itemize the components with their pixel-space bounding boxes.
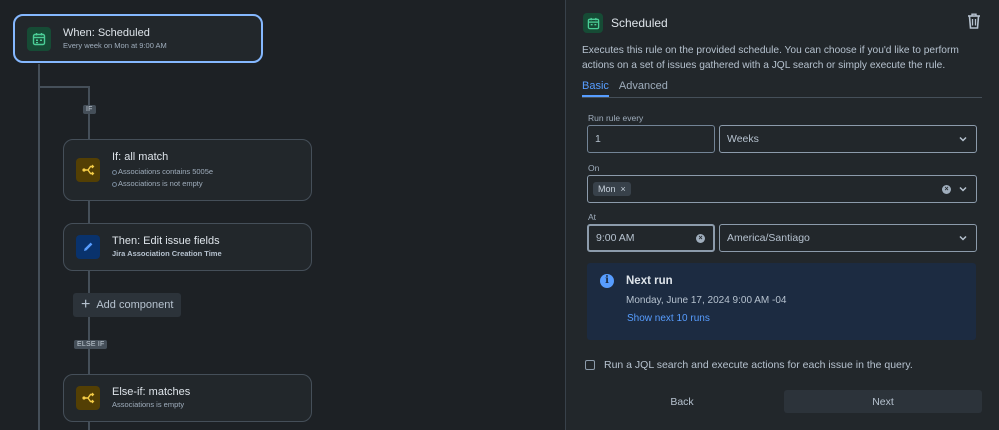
trigger-subtitle: Every week on Mon at 9:00 AM xyxy=(63,40,167,50)
if-condition-node[interactable]: If: all match Associations contains 5005… xyxy=(63,139,312,201)
next-run-title: Next run xyxy=(626,275,673,287)
connector-then xyxy=(88,200,90,224)
clear-icon[interactable]: × xyxy=(696,234,705,243)
panel-title: Scheduled xyxy=(611,16,668,30)
on-label: On xyxy=(588,163,600,173)
trigger-node[interactable]: When: Scheduled Every week on Mon at 9:0… xyxy=(13,14,263,63)
if-title: If: all match xyxy=(112,151,169,163)
timezone-select[interactable]: America/Santiago xyxy=(719,224,977,252)
unit-select[interactable]: Weeks xyxy=(719,125,977,153)
trash-icon[interactable] xyxy=(966,12,982,35)
add-component-label: Add component xyxy=(96,299,174,311)
else-if-tag: ELSE IF xyxy=(74,340,108,349)
day-chip-label: Mon xyxy=(598,184,616,194)
rule-canvas: When: Scheduled Every week on Mon at 9:0… xyxy=(0,0,565,430)
jql-checkbox-row[interactable]: Run a JQL search and execute actions for… xyxy=(585,359,913,371)
chevron-down-icon xyxy=(958,233,968,246)
jql-checkbox-label: Run a JQL search and execute actions for… xyxy=(604,359,913,371)
panel-description: Executes this rule on the provided sched… xyxy=(582,45,959,71)
time-value: 9:00 AM xyxy=(596,232,635,244)
time-input[interactable]: 9:00 AM × xyxy=(587,224,715,252)
at-label: At xyxy=(588,212,597,222)
else-if-subtitle: Associations is empty xyxy=(112,400,185,409)
connector-main xyxy=(38,63,40,430)
day-chip: Mon × xyxy=(593,182,631,196)
panel-header: Scheduled xyxy=(583,12,982,34)
next-run-box: i Next run Monday, June 17, 2024 9:00 AM… xyxy=(587,263,976,340)
branch-icon xyxy=(76,158,100,182)
back-button[interactable]: Back xyxy=(582,390,782,413)
timezone-value: America/Santiago xyxy=(727,232,810,244)
connector-bottom xyxy=(88,421,90,430)
calendar-icon xyxy=(27,26,51,51)
jql-checkbox[interactable] xyxy=(585,360,595,370)
else-if-node[interactable]: Else-if: matches Associations is empty xyxy=(63,374,312,422)
config-panel: Scheduled Executes this rule on the prov… xyxy=(565,0,999,430)
then-title: Then: Edit issue fields xyxy=(112,235,220,247)
condition-item: Associations contains 5005e xyxy=(112,166,213,178)
unit-value: Weeks xyxy=(727,133,759,145)
tab-bar: Basic Advanced xyxy=(582,80,982,98)
chevron-down-icon xyxy=(958,134,968,147)
tab-basic[interactable]: Basic xyxy=(582,80,609,97)
else-if-title: Else-if: matches xyxy=(112,386,191,398)
if-tag: IF xyxy=(83,105,96,114)
add-component-button[interactable]: + Add component xyxy=(73,293,182,317)
show-next-runs-link[interactable]: Show next 10 runs xyxy=(627,313,710,324)
then-subtitle: Jira Association Creation Time xyxy=(112,249,222,258)
run-every-input[interactable]: 1 xyxy=(587,125,715,153)
run-every-value: 1 xyxy=(595,133,601,145)
connector-add xyxy=(88,270,90,294)
next-run-value: Monday, June 17, 2024 9:00 AM -04 xyxy=(626,295,787,306)
plus-icon: + xyxy=(81,296,91,313)
trigger-title: When: Scheduled xyxy=(63,26,150,39)
tab-advanced[interactable]: Advanced xyxy=(619,80,668,97)
next-button[interactable]: Next xyxy=(784,390,982,413)
days-select[interactable]: Mon × × xyxy=(587,175,977,203)
action-node[interactable]: Then: Edit issue fields Jira Association… xyxy=(63,223,312,271)
chip-remove-icon[interactable]: × xyxy=(621,184,626,194)
run-every-label: Run rule every xyxy=(588,113,644,123)
connector-branch xyxy=(38,86,90,88)
info-icon: i xyxy=(600,274,614,288)
condition-item: Associations is not empty xyxy=(112,178,213,190)
calendar-icon xyxy=(583,13,603,33)
pencil-icon xyxy=(76,235,100,259)
clear-icon[interactable]: × xyxy=(942,185,951,194)
branch-icon xyxy=(76,386,100,410)
chevron-down-icon xyxy=(958,184,968,197)
